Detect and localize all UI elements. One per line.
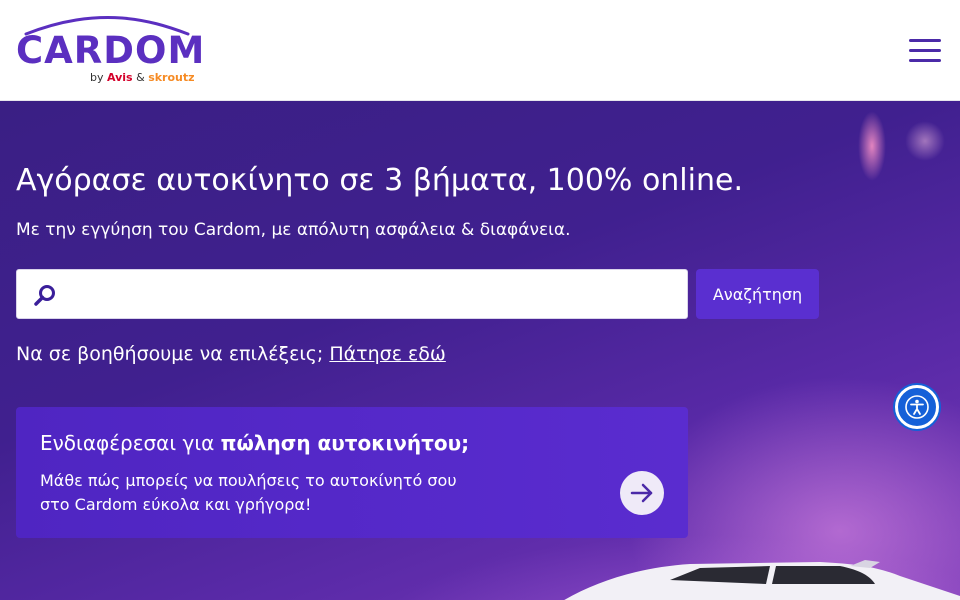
- sell-car-card[interactable]: Ενδιαφέρεσαι για πώληση αυτοκινήτου; Μάθ…: [16, 407, 688, 538]
- background-light-glow: [858, 111, 886, 181]
- menu-line: [909, 49, 941, 52]
- logo-skroutz: skroutz: [148, 71, 195, 84]
- site-header: CARDOM by Avis & skroutz: [0, 0, 960, 101]
- logo-avis: Avis: [107, 71, 133, 84]
- search-icon: [34, 285, 55, 306]
- sell-card-title: Ενδιαφέρεσαι για πώληση αυτοκινήτου;: [40, 431, 469, 455]
- logo-amp: &: [136, 71, 145, 84]
- sell-card-text: Μάθε πώς μπορείς να πουλήσεις το αυτοκίν…: [40, 471, 457, 514]
- sell-title-bold: πώληση αυτοκινήτου;: [220, 431, 470, 455]
- search-box[interactable]: [16, 269, 688, 319]
- menu-line: [909, 59, 941, 62]
- sell-title-prefix: Ενδιαφέρεσαι για: [40, 431, 221, 455]
- hero-subtitle: Με την εγγύηση του Cardom, με απόλυτη ασ…: [16, 220, 571, 240]
- hamburger-menu-icon[interactable]: [909, 39, 941, 63]
- logo-tagline: by Avis & skroutz: [90, 71, 195, 84]
- cardom-logo[interactable]: CARDOM by Avis & skroutz: [16, 14, 204, 86]
- arrow-right-icon[interactable]: [620, 471, 664, 515]
- accessibility-person-glyph: [905, 395, 929, 419]
- background-light-glow: [905, 121, 945, 161]
- menu-line: [909, 39, 941, 42]
- logo-wordmark: CARDOM: [16, 29, 206, 72]
- help-link[interactable]: Πάτησε εδώ: [329, 343, 445, 365]
- search-input[interactable]: [69, 270, 679, 318]
- car-image: [564, 560, 960, 600]
- accessibility-icon[interactable]: [895, 385, 939, 429]
- logo-by: by: [90, 71, 104, 84]
- help-text: Να σε βοηθήσουμε να επιλέξεις;: [16, 343, 324, 365]
- arrow-right-glyph: [630, 483, 653, 503]
- help-prompt: Να σε βοηθήσουμε να επιλέξεις; Πάτησε εδ…: [16, 343, 446, 365]
- search-button[interactable]: Αναζήτηση: [696, 269, 819, 319]
- hero-section: Αγόρασε αυτοκίνητο σε 3 βήματα, 100% onl…: [0, 101, 960, 600]
- hero-title: Αγόρασε αυτοκίνητο σε 3 βήματα, 100% onl…: [16, 163, 743, 198]
